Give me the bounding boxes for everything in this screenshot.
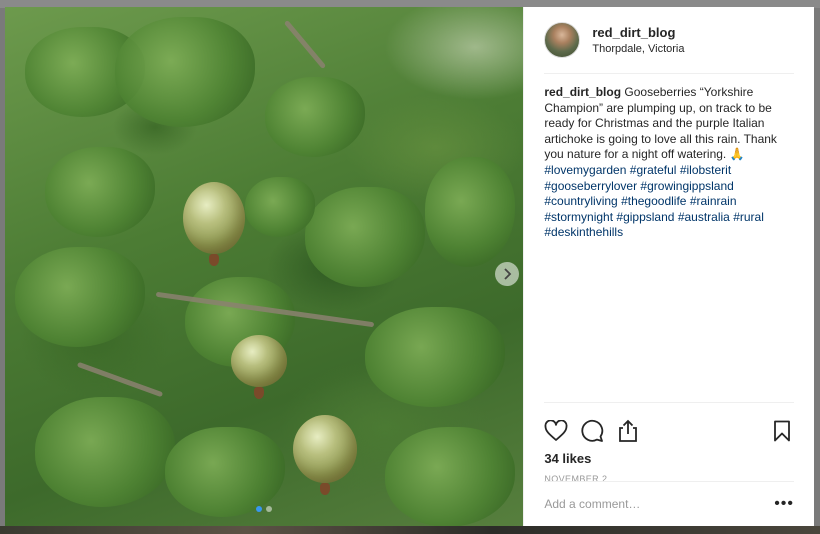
post-actions: 34 likes NOVEMBER 2 <box>544 402 794 484</box>
post-side-panel: red_dirt_blog Thorpdale, Victoria red_di… <box>523 7 814 526</box>
hashtag-link[interactable]: #gippsland <box>616 210 674 224</box>
hashtag-link[interactable]: #thegoodlife <box>621 194 686 208</box>
hashtag-link[interactable]: #lovemygarden <box>544 163 626 177</box>
comment-bar: ••• <box>544 481 794 526</box>
post-header: red_dirt_blog Thorpdale, Victoria <box>544 7 794 74</box>
post-caption: red_dirt_blog Gooseberries “Yorkshire Ch… <box>544 85 796 241</box>
hashtag-link[interactable]: #australia <box>678 210 730 224</box>
hashtag-link[interactable]: #ilobsterit <box>680 163 731 177</box>
comment-icon <box>581 419 604 442</box>
hashtag-link[interactable]: #stormynight <box>544 210 613 224</box>
chevron-right-icon <box>504 268 512 280</box>
post-photo[interactable] <box>5 7 524 526</box>
hashtag-link[interactable]: #deskinthehills <box>544 225 623 239</box>
share-icon <box>619 419 638 442</box>
comment-button[interactable] <box>580 419 604 443</box>
more-options-icon[interactable]: ••• <box>774 495 794 513</box>
carousel-dot <box>266 506 273 512</box>
hashtag-link[interactable]: #rainrain <box>690 194 737 208</box>
hashtag-link[interactable]: #grateful <box>630 163 677 177</box>
likes-count[interactable]: 34 likes <box>544 451 794 466</box>
carousel-dot-active <box>256 506 263 512</box>
heart-icon <box>544 420 568 441</box>
hashtag-link[interactable]: #gooseberrylover <box>544 179 637 193</box>
username-link[interactable]: red_dirt_blog <box>592 24 684 41</box>
avatar[interactable] <box>544 22 581 58</box>
save-button[interactable] <box>770 419 794 443</box>
share-button[interactable] <box>616 419 640 443</box>
hashtag-link[interactable]: #countryliving <box>544 194 617 208</box>
post-modal: red_dirt_blog Thorpdale, Victoria red_di… <box>5 7 814 526</box>
next-slide-button[interactable] <box>495 262 519 286</box>
location-link[interactable]: Thorpdale, Victoria <box>592 41 684 57</box>
like-button[interactable] <box>544 419 568 443</box>
hashtag-link[interactable]: #rural <box>733 210 764 224</box>
carousel-indicator <box>5 506 523 512</box>
hashtag-link[interactable]: #growingippsland <box>640 179 733 193</box>
bookmark-icon <box>774 420 790 442</box>
caption-username[interactable]: red_dirt_blog <box>544 85 621 99</box>
comment-input[interactable] <box>544 497 775 511</box>
next-post-preview <box>0 526 820 534</box>
caption-hashtags: #lovemygarden #grateful #ilobsterit #goo… <box>544 163 764 239</box>
